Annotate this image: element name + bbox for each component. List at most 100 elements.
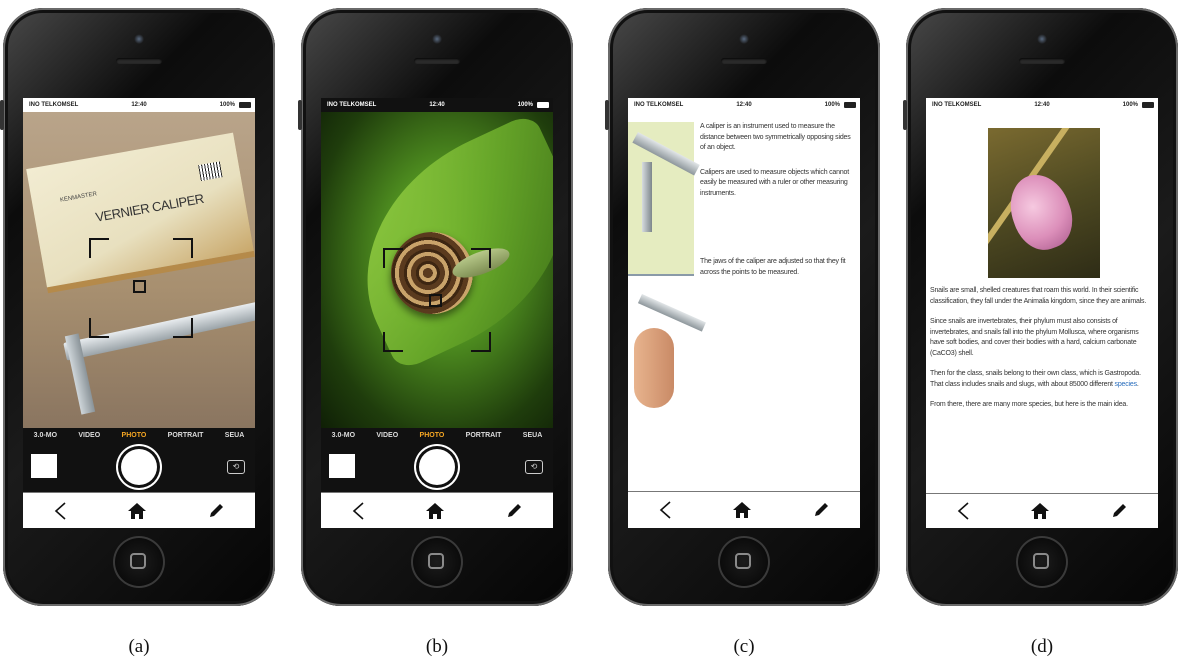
snail-paragraph-1: Snails are small, shelled creatures that… — [930, 287, 1147, 305]
home-icon[interactable] — [732, 501, 752, 519]
focus-bracket-bl — [383, 332, 403, 352]
caption-a: (a) — [128, 636, 150, 657]
front-camera — [432, 34, 442, 44]
camera-mode-strip: 3.0-MO VIDEO PHOTO PORTRAIT SEUA — [321, 428, 553, 442]
caliper-text-column: A caliper is an instrument used to measu… — [700, 122, 856, 278]
focus-bracket-tl — [383, 248, 403, 268]
battery-label: 100% — [1122, 102, 1138, 108]
camera-viewfinder[interactable] — [321, 111, 553, 428]
snail-paragraph-3-end: . — [1136, 380, 1139, 388]
snail-photo — [988, 128, 1100, 278]
focus-bracket-bl — [89, 318, 109, 338]
gallery-thumbnail[interactable] — [31, 454, 57, 478]
caliper-paragraph-3: The jaws of the caliper are adjusted so … — [700, 258, 846, 276]
focus-bracket-br — [471, 332, 491, 352]
pencil-icon[interactable] — [1110, 502, 1128, 520]
battery-icon — [1142, 102, 1154, 108]
camera-controls: ⟲ — [23, 442, 255, 492]
bottom-nav — [321, 492, 553, 528]
focus-point — [429, 294, 442, 307]
home-icon[interactable] — [127, 502, 147, 520]
status-bar: INO TELKOMSEL 12:40 100% — [23, 98, 255, 112]
pencil-icon[interactable] — [812, 501, 830, 519]
screen-c: INO TELKOMSEL 12:40 100% A caliper is an… — [628, 98, 860, 528]
mode-3d[interactable]: 3.0-MO — [332, 432, 355, 439]
home-icon[interactable] — [1030, 502, 1050, 520]
pencil-icon[interactable] — [207, 502, 225, 520]
barcode — [198, 161, 223, 181]
mode-video[interactable]: VIDEO — [376, 432, 398, 439]
focus-bracket-tr — [471, 248, 491, 268]
caliper-illustration-2 — [628, 282, 706, 412]
earpiece-speaker — [721, 58, 767, 64]
box-title-label: VERNIER CALIPER — [94, 190, 205, 225]
snail-text-column: Snails are small, shelled creatures that… — [930, 286, 1154, 411]
battery-label: 100% — [824, 102, 840, 108]
battery-icon — [537, 102, 549, 108]
bottom-nav — [23, 492, 255, 528]
status-bar: INO TELKOMSEL 12:40 100% — [628, 98, 860, 112]
front-camera — [739, 34, 749, 44]
screen-b: INO TELKOMSEL 12:40 100% 3.0-MO VIDEO PH… — [321, 98, 553, 528]
chevron-left-icon[interactable] — [53, 501, 67, 521]
battery-icon — [844, 102, 856, 108]
caption-c: (c) — [733, 636, 755, 657]
pink-snail-image — [1000, 166, 1082, 258]
chevron-left-icon[interactable] — [658, 500, 672, 520]
mode-video[interactable]: VIDEO — [78, 432, 100, 439]
screen-a: INO TELKOMSEL 12:40 100% KENMASTER VERNI… — [23, 98, 255, 528]
snail-paragraph-3: Then for the class, snails belong to the… — [930, 369, 1154, 390]
shutter-button[interactable] — [419, 449, 455, 485]
status-bar: INO TELKOMSEL 12:40 100% — [926, 98, 1158, 112]
battery-icon — [239, 102, 251, 108]
camera-mode-strip: 3.0-MO VIDEO PHOTO PORTRAIT SEUA — [23, 428, 255, 442]
phone-c: INO TELKOMSEL 12:40 100% A caliper is an… — [605, 8, 880, 606]
focus-bracket-br — [173, 318, 193, 338]
mode-portrait[interactable]: PORTRAIT — [466, 432, 502, 439]
switch-camera-icon[interactable]: ⟲ — [227, 460, 245, 474]
phone-d: INO TELKOMSEL 12:40 100% Snails are smal… — [903, 8, 1178, 606]
earpiece-speaker — [1019, 58, 1065, 64]
caliper-paragraph-2: Calipers are used to measure objects whi… — [700, 168, 849, 197]
home-button[interactable] — [718, 536, 770, 588]
caliper-paragraph-1: A caliper is an instrument used to measu… — [700, 123, 851, 151]
earpiece-speaker — [414, 58, 460, 64]
caliper-beam-image — [637, 294, 706, 332]
caliper-jaw-image — [642, 162, 652, 232]
home-button[interactable] — [113, 536, 165, 588]
mode-portrait[interactable]: PORTRAIT — [168, 432, 204, 439]
mode-photo[interactable]: PHOTO — [420, 432, 445, 439]
mode-square[interactable]: SEUA — [523, 432, 542, 439]
chevron-left-icon[interactable] — [351, 501, 365, 521]
caption-d: (d) — [1030, 636, 1054, 657]
front-camera — [1037, 34, 1047, 44]
focus-bracket-tr — [173, 238, 193, 258]
chevron-left-icon[interactable] — [956, 501, 970, 521]
front-camera — [134, 34, 144, 44]
species-link[interactable]: species — [1115, 381, 1138, 388]
switch-camera-icon[interactable]: ⟲ — [525, 460, 543, 474]
pencil-icon[interactable] — [505, 502, 523, 520]
home-button[interactable] — [411, 536, 463, 588]
home-icon[interactable] — [425, 502, 445, 520]
caliper-box-image: KENMASTER VERNIER CALIPER — [26, 132, 254, 288]
gallery-thumbnail[interactable] — [329, 454, 355, 478]
mode-photo[interactable]: PHOTO — [122, 432, 147, 439]
caption-b: (b) — [425, 636, 449, 657]
focus-point — [133, 280, 146, 293]
camera-viewfinder[interactable]: KENMASTER VERNIER CALIPER — [23, 112, 255, 428]
mode-3d[interactable]: 3.0-MO — [34, 432, 57, 439]
snail-paragraph-4: From there, there are many more species,… — [930, 401, 1128, 408]
shutter-button[interactable] — [121, 449, 157, 485]
earpiece-speaker — [116, 58, 162, 64]
bottom-nav — [628, 491, 860, 528]
snail-paragraph-2: Since snails are invertebrates, their ph… — [930, 318, 1139, 357]
camera-controls: ⟲ — [321, 442, 553, 492]
home-button[interactable] — [1016, 536, 1068, 588]
finger-image — [634, 328, 674, 408]
phone-a: INO TELKOMSEL 12:40 100% KENMASTER VERNI… — [0, 8, 275, 606]
mode-square[interactable]: SEUA — [225, 432, 244, 439]
phone-b: INO TELKOMSEL 12:40 100% 3.0-MO VIDEO PH… — [298, 8, 573, 606]
bottom-nav — [926, 493, 1158, 528]
focus-bracket-tl — [89, 238, 109, 258]
